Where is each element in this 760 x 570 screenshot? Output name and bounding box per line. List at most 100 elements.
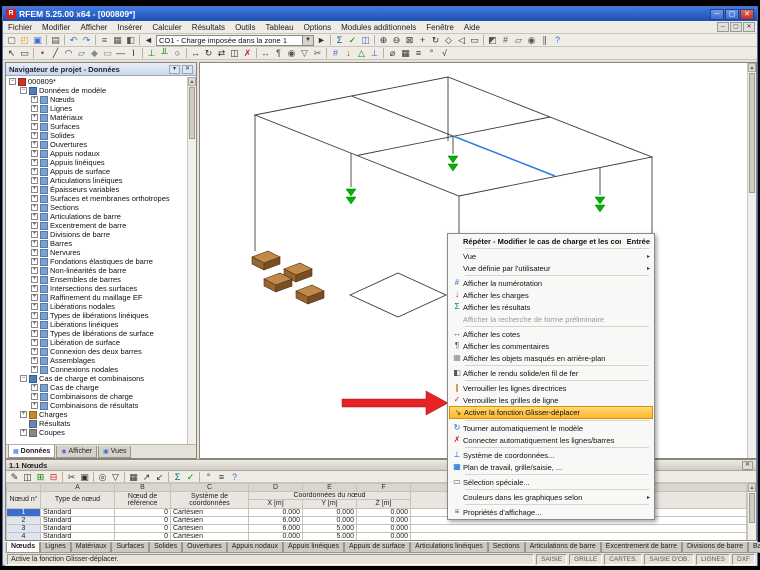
table-check-icon[interactable]: ✓ — [184, 471, 197, 483]
navigator-close-icon[interactable]: ✕ — [182, 64, 193, 74]
filter-icon[interactable]: ▽ — [298, 47, 311, 59]
tree-expander-icon[interactable]: + — [31, 402, 38, 409]
navigator-pin-icon[interactable]: ▾ — [169, 64, 180, 74]
help-icon[interactable]: ? — [551, 34, 564, 46]
table-tab-materiaux[interactable]: Matériaux — [70, 542, 112, 553]
coordinate-system-cell[interactable]: Cartésien — [170, 507, 249, 517]
loads-display-icon[interactable]: ↓ — [342, 47, 355, 59]
row-number-cell[interactable]: 1 — [6, 507, 41, 517]
tree-item-appuis-nodaux[interactable]: + Appuis nodaux — [6, 149, 187, 158]
coordinate-x-cell[interactable]: 0.000 — [248, 531, 303, 540]
tree-expander-icon[interactable]: + — [31, 168, 38, 175]
maximize-button[interactable]: ▢ — [725, 8, 739, 20]
tree-expander-icon[interactable]: + — [31, 348, 38, 355]
tree-item-sections[interactable]: + Sections — [6, 203, 187, 212]
supports-display-icon[interactable]: △ — [355, 47, 368, 59]
context-menu-item-afficher-les-cotes[interactable]: ↔ Afficher les cotes — [449, 328, 653, 340]
insert-solid-icon[interactable]: ◆ — [88, 47, 101, 59]
table-filter-icon[interactable]: ▽ — [109, 471, 122, 483]
clip-icon[interactable]: ✂ — [311, 47, 324, 59]
mirror-icon[interactable]: ⇄ — [215, 47, 228, 59]
close-button[interactable]: ✕ — [740, 8, 754, 20]
tree-item-epaisseurs-variables[interactable]: + Épaisseurs variables — [6, 185, 187, 194]
coordinate-x-cell[interactable]: 0.000 — [248, 507, 303, 517]
table-tab-lignes[interactable]: Lignes — [40, 542, 71, 553]
menu-outils[interactable]: Outils — [230, 21, 260, 34]
tree-item-barres[interactable]: + Barres — [6, 239, 187, 248]
tree-item-donnees-de-modele[interactable]: − Données de modèle — [6, 86, 187, 95]
insert-arc-icon[interactable]: ◠ — [62, 47, 75, 59]
context-menu-item-selection-speciale[interactable]: ▭ Sélection spéciale... — [449, 476, 653, 488]
context-menu-item-afficher-les-resultats[interactable]: Σ Afficher les résultats — [449, 301, 653, 313]
node-type-cell[interactable]: Standard — [40, 523, 115, 533]
context-menu-item-verrouiller-les-lignes-directrices[interactable]: ∥ Verrouiller les lignes directrices — [449, 382, 653, 394]
table-select-icon[interactable]: ▦ — [127, 471, 140, 483]
context-menu-item-repeter-modifier-le-cas-de-charge-et-les-combinaisons[interactable]: Répéter - Modifier le cas de charge et l… — [449, 235, 653, 247]
zoom-out-icon[interactable]: ⊖ — [390, 34, 403, 46]
table-tab-articulations-de-barre[interactable]: Articulations de barre — [524, 542, 601, 553]
column-letter-e[interactable]: E — [302, 483, 357, 492]
insert-section-icon[interactable]: I — [127, 47, 140, 59]
table-scrollbar[interactable]: ▲ — [747, 483, 756, 540]
scrollbar-thumb[interactable] — [189, 87, 195, 139]
tree-expander-icon[interactable]: + — [31, 123, 38, 130]
redo-icon[interactable]: ↷ — [80, 34, 93, 46]
menu-resultats[interactable]: Résultats — [187, 21, 230, 34]
coordinate-system-cell[interactable]: Cartésien — [170, 531, 249, 540]
check-icon[interactable]: ✓ — [346, 34, 359, 46]
tables-icon[interactable]: ▦ — [111, 34, 124, 46]
table-tab-excentrement-de-barre[interactable]: Excentrement de barre — [600, 542, 682, 553]
config-icon[interactable]: √ — [438, 47, 451, 59]
project-navigator-icon[interactable]: ≡ — [98, 34, 111, 46]
table-tab-solides[interactable]: Solides — [149, 542, 183, 553]
table-tab-appuis-lineiques[interactable]: Appuis linéiques — [283, 542, 345, 553]
tree-item-liberation-de-surface[interactable]: + Libération de surface — [6, 338, 187, 347]
print-icon[interactable]: ▤ — [49, 34, 62, 46]
column-letter-b[interactable]: B — [114, 483, 171, 492]
tree-item-nervures[interactable]: + Nervures — [6, 248, 187, 257]
tree-expander-icon[interactable]: + — [31, 321, 38, 328]
reference-node-cell[interactable]: 0 — [114, 523, 171, 533]
tree-item-cas-de-charge-et-combinaisons[interactable]: − Cas de charge et combinaisons — [6, 374, 187, 383]
coordinate-y-cell[interactable]: 0.000 — [302, 515, 357, 525]
context-menu-item-vue[interactable]: Vue ▸ — [449, 250, 653, 262]
table-import-icon[interactable]: ↙ — [153, 471, 166, 483]
numbering-icon[interactable]: # — [329, 47, 342, 59]
tree-item-liberations-nodales[interactable]: + Libérations nodales — [6, 302, 187, 311]
tree-expander-icon[interactable]: − — [20, 87, 27, 94]
tree-expander-icon[interactable]: + — [31, 267, 38, 274]
undo-icon[interactable]: ↶ — [67, 34, 80, 46]
table-tab-appuis-de-surface[interactable]: Appuis de surface — [344, 542, 411, 553]
tree-expander-icon[interactable]: − — [20, 375, 27, 382]
table-tab-ouvertures[interactable]: Ouvertures — [182, 542, 227, 553]
full-view-icon[interactable]: ▭ — [468, 34, 481, 46]
table-export-icon[interactable]: ↗ — [140, 471, 153, 483]
previous-view-icon[interactable]: ◁ — [455, 34, 468, 46]
show-grid-icon[interactable]: # — [499, 34, 512, 46]
scroll-up-icon[interactable]: ▲ — [188, 77, 196, 86]
tree-expander-icon[interactable]: + — [31, 150, 38, 157]
tree-item-n-uds[interactable]: + Nœuds — [6, 95, 187, 104]
tree-expander-icon[interactable]: + — [20, 411, 27, 418]
tree-expander-icon[interactable]: + — [31, 96, 38, 103]
table-delete-row-icon[interactable]: ⊟ — [47, 471, 60, 483]
tree-expander-icon[interactable]: + — [31, 240, 38, 247]
row-number-cell[interactable]: 4 — [6, 531, 41, 540]
tree-expander-icon[interactable]: + — [31, 294, 38, 301]
render-mode-icon[interactable]: ◩ — [486, 34, 499, 46]
table-tab-appuis-nodaux[interactable]: Appuis nodaux — [226, 542, 284, 553]
scroll-up-icon[interactable]: ▲ — [748, 483, 756, 492]
insert-line-icon[interactable]: ╱ — [49, 47, 62, 59]
navigator-tab-vues[interactable]: ▣ Vues — [98, 446, 132, 458]
tree-item-000809[interactable]: − 000809* — [6, 77, 187, 86]
tree-expander-icon[interactable]: + — [31, 231, 38, 238]
column-letter-f[interactable]: F — [356, 483, 411, 492]
table-units-icon[interactable]: ° — [202, 471, 215, 483]
pan-icon[interactable]: + — [416, 34, 429, 46]
special-selection-icon[interactable]: ▦ — [399, 47, 412, 59]
select-window-icon[interactable]: ▭ — [18, 47, 31, 59]
node-type-cell[interactable]: Standard — [40, 531, 115, 540]
zoom-window-icon[interactable]: ⊠ — [403, 34, 416, 46]
navigator-scrollbar[interactable]: ▲ — [187, 77, 196, 444]
tree-item-non-linearites-de-barre[interactable]: + Non-linéarités de barre — [6, 266, 187, 275]
